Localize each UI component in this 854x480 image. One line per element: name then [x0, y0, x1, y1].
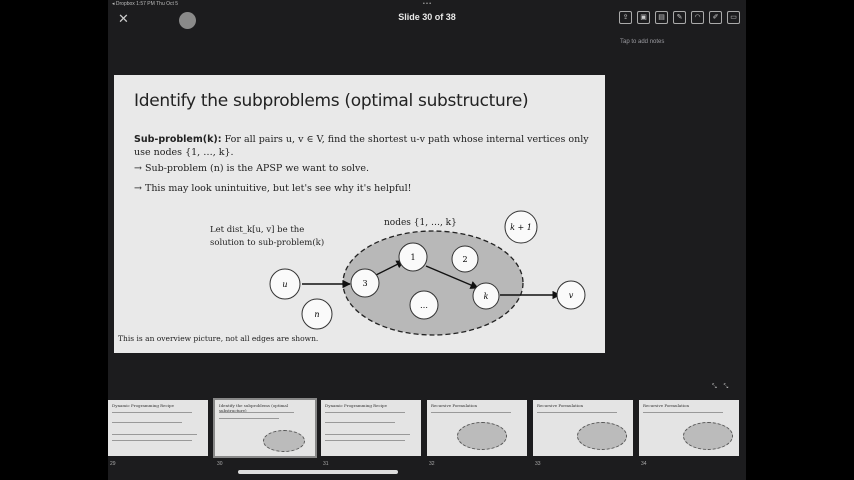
- thumbnail-number: 30: [217, 461, 223, 467]
- node-u: u: [269, 268, 301, 300]
- home-indicator[interactable]: [238, 470, 398, 474]
- thumbnail-slide-32[interactable]: Recursive Formulation: [427, 400, 527, 456]
- node-3-label: 3: [362, 279, 367, 288]
- keynote-app: ◂ Dropbox 1:57 PM Thu Oct 5 • • • ✕ Slid…: [108, 0, 746, 480]
- node-1-label: 1: [410, 253, 415, 262]
- node-n: n: [301, 298, 333, 330]
- status-dots: • • •: [422, 1, 432, 7]
- node-ellipsis: …: [409, 290, 439, 320]
- let-dist-text: Let dist_k[u, v] be the solution to sub-…: [210, 224, 324, 250]
- let-line-2: solution to sub-problem(k): [210, 238, 325, 248]
- node-1: 1: [398, 242, 428, 272]
- layout-icon[interactable]: ▤: [655, 11, 668, 24]
- thumbnail-slide-29[interactable]: Dynamic Programming Recipe: [108, 400, 208, 456]
- slide-navigator: Dynamic Programming Recipe Identify the …: [108, 398, 746, 467]
- image-icon[interactable]: ▣: [637, 11, 650, 24]
- node-2: 2: [451, 245, 479, 273]
- thumbnail-slide-31[interactable]: Dynamic Programming Recipe: [321, 400, 421, 456]
- nodes-set-label: nodes {1, …, k}: [384, 218, 457, 228]
- let-line-1: Let dist_k[u, v] be the: [210, 225, 305, 235]
- thumbnail-slide-34[interactable]: Recursive Formulation: [639, 400, 739, 456]
- thumbnail-title: Dynamic Programming Recipe: [112, 403, 174, 408]
- graph-diagram: u n 3 1 2 … k k + 1 v: [269, 210, 586, 336]
- thumbnail-slide-30[interactable]: Identify the subproblems (optimal substr…: [213, 398, 317, 458]
- node-2-label: 2: [462, 255, 467, 264]
- share-icon[interactable]: ⇪: [619, 11, 632, 24]
- node-v-label: v: [569, 291, 574, 300]
- toolbar-icons: ⇪ ▣ ▤ ✎ ◠ ✐ ▭: [619, 11, 740, 24]
- node-k: k: [472, 282, 500, 310]
- thumbnail-number: 31: [323, 461, 329, 467]
- wifi-icon: ◠: [691, 11, 704, 24]
- format-icon[interactable]: ✎: [673, 11, 686, 24]
- thumbnail-number: 33: [535, 461, 541, 467]
- overview-footnote: This is an overview picture, not all edg…: [118, 334, 319, 343]
- node-k-plus-1: k + 1: [504, 210, 538, 244]
- node-v: v: [556, 280, 586, 310]
- thumbnail-title: Recursive Formulation: [431, 403, 478, 408]
- thumbnail-number: 29: [110, 461, 116, 467]
- thumbnail-slide-33[interactable]: Recursive Formulation: [533, 400, 633, 456]
- thumbnail-title: Dynamic Programming Recipe: [325, 403, 387, 408]
- record-indicator[interactable]: [179, 12, 196, 29]
- node-k-label: k: [484, 292, 489, 301]
- thumbnail-number: 32: [429, 461, 435, 467]
- status-bar: ◂ Dropbox 1:57 PM Thu Oct 5 • • •: [108, 0, 746, 9]
- edit-icon[interactable]: ✐: [709, 11, 722, 24]
- add-notes-link[interactable]: Tap to add notes: [620, 39, 664, 45]
- battery-icon: ▭: [727, 11, 740, 24]
- node-ellipsis-label: …: [420, 301, 428, 310]
- node-u-label: u: [282, 280, 287, 289]
- toolbar: ✕ Slide 30 of 38 ⇪ ▣ ▤ ✎ ◠ ✐ ▭: [108, 9, 746, 27]
- node-k-plus-1-label: k + 1: [510, 223, 532, 232]
- slide-canvas[interactable]: Identify the subproblems (optimal substr…: [114, 75, 605, 353]
- node-n-label: n: [314, 310, 319, 319]
- node-3: 3: [350, 268, 380, 298]
- thumbnail-number: 34: [641, 461, 647, 467]
- rewind-controls[interactable]: ⤡ ⤡: [712, 384, 728, 391]
- thumbnail-title: Recursive Formulation: [537, 403, 584, 408]
- thumbnail-title: Recursive Formulation: [643, 403, 690, 408]
